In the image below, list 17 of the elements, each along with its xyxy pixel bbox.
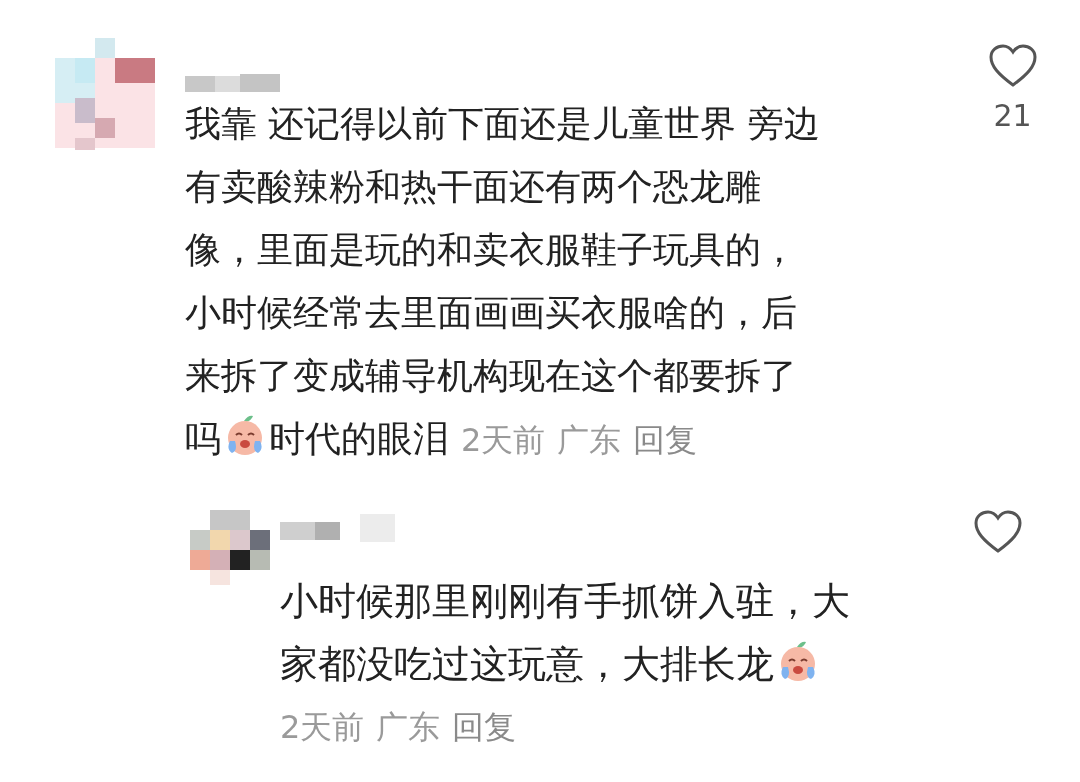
- comment-time: 2天前: [280, 708, 365, 746]
- heart-icon[interactable]: [972, 510, 1023, 554]
- comment-line: 吗 时代的眼泪: [185, 407, 449, 470]
- comment-location: 广东: [557, 421, 622, 459]
- comment-line: 小时候那里刚刚有手抓饼入驻，大: [280, 579, 850, 623]
- comment-line: 来拆了变成辅导机构现在这个都要拆了: [185, 355, 797, 396]
- comment-line: 小时候经常去里面画画买衣服啥的，后: [185, 292, 797, 333]
- comment-line: 像，里面是玩的和卖衣服鞋子玩具的，: [185, 229, 797, 270]
- comment-line: 有卖酸辣粉和热干面还有两个恐龙雕: [185, 166, 761, 207]
- comment-location: 广东: [376, 708, 441, 746]
- reply-link[interactable]: 回复: [452, 708, 517, 746]
- comment-time: 2天前: [461, 421, 546, 459]
- like-count: 21: [993, 98, 1032, 133]
- comment-line: 家都没吃过这玩意，大排长龙: [280, 633, 822, 696]
- comment-line: 我靠 还记得以前下面还是儿童世界 旁边: [185, 103, 820, 144]
- reply-link[interactable]: 回复: [633, 421, 698, 459]
- heart-icon[interactable]: [987, 44, 1038, 88]
